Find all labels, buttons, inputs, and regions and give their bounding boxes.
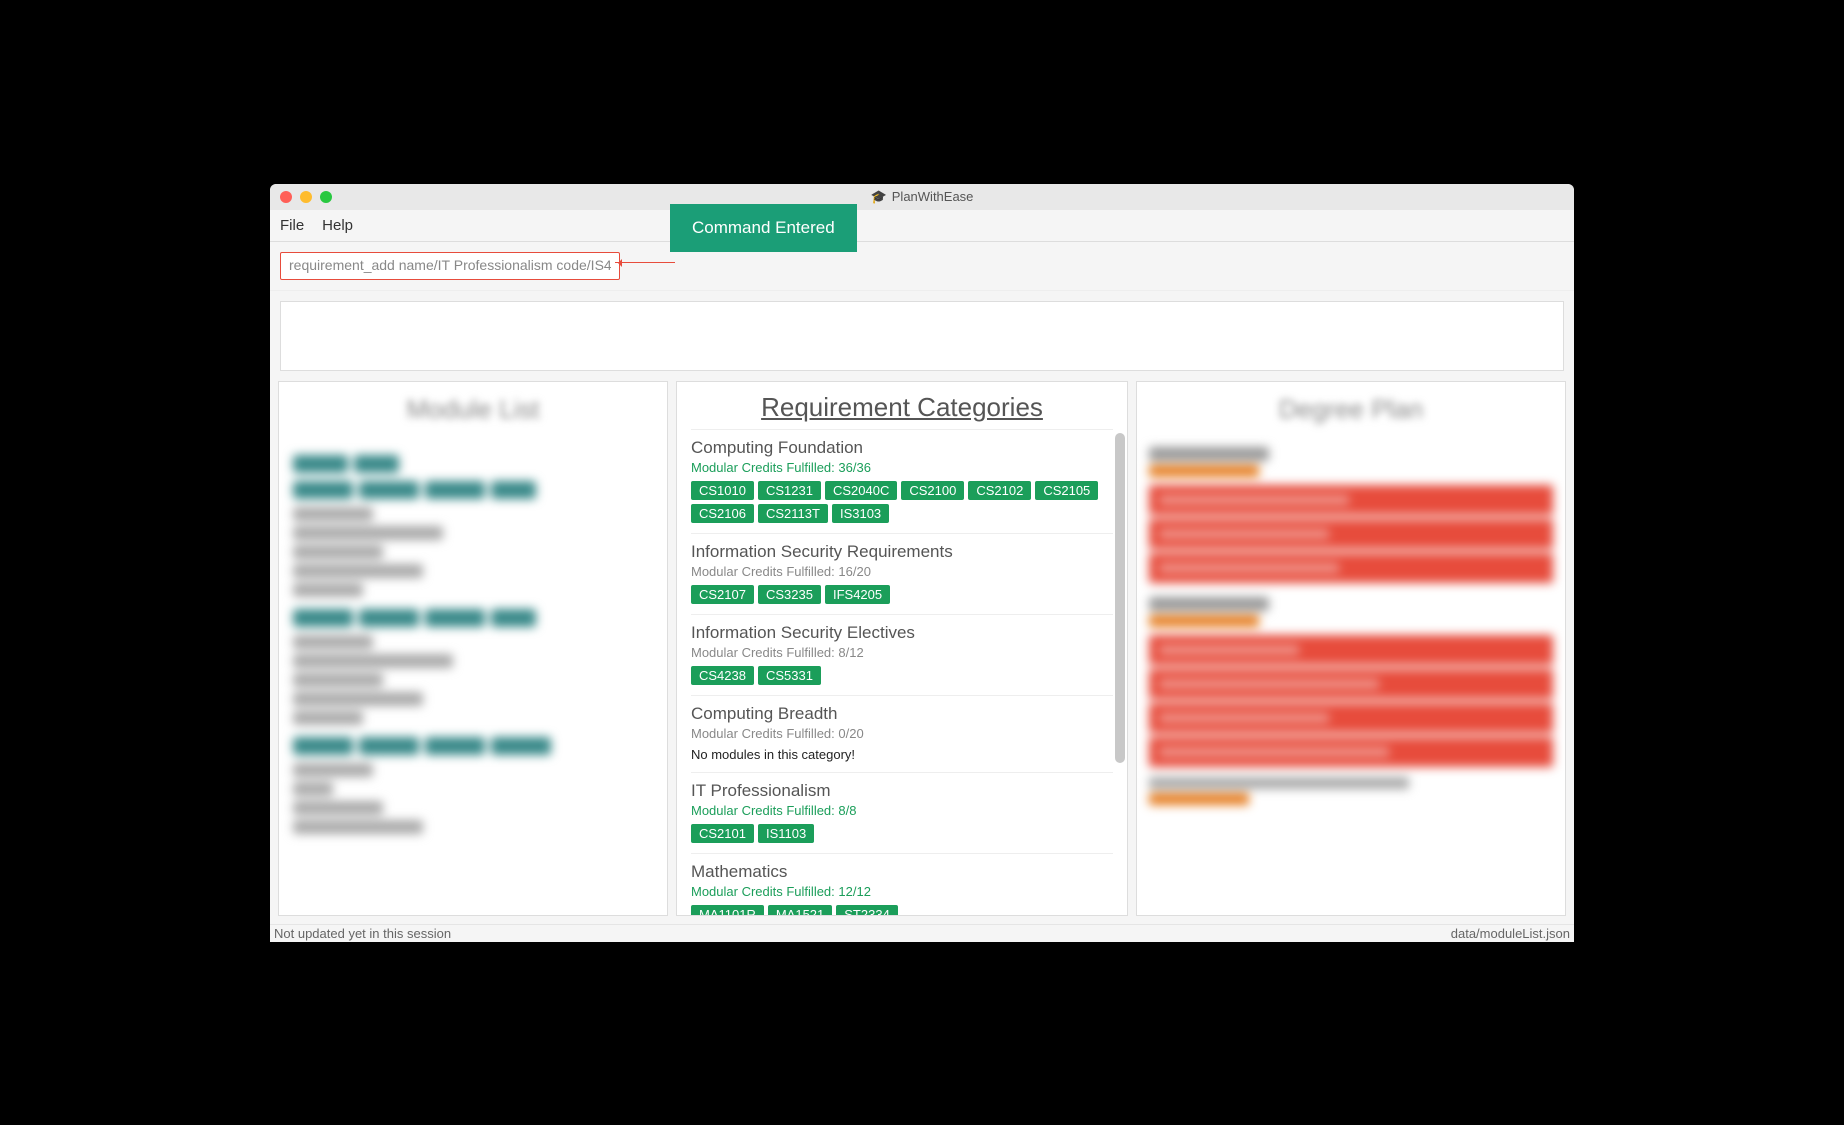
- tooltip-command-entered: Command Entered: [670, 204, 857, 252]
- output-area: [280, 301, 1564, 371]
- arrow-icon: [615, 262, 675, 263]
- module-chip[interactable]: CS2100: [901, 481, 964, 500]
- category-name: Information Security Electives: [691, 623, 1113, 643]
- panel-degree-plan: Degree Plan: [1136, 381, 1566, 916]
- module-chip[interactable]: CS2107: [691, 585, 754, 604]
- module-chip[interactable]: CS2113T: [758, 504, 828, 523]
- tooltip-label: Command Entered: [692, 218, 835, 237]
- degree-plan-title: Degree Plan: [1137, 382, 1565, 437]
- category-item: Information Security Electives Modular Cr…: [691, 614, 1113, 695]
- module-chips: CS1010CS1231CS2040CCS2100CS2102CS2105 CS2…: [691, 481, 1113, 523]
- no-modules-text: No modules in this category!: [691, 747, 1113, 762]
- menu-help[interactable]: Help: [322, 217, 353, 234]
- panel-row: Module List: [270, 381, 1574, 924]
- category-credits: Modular Credits Fulfilled: 16/20: [691, 564, 1113, 579]
- command-input-highlight: [280, 252, 620, 280]
- graduation-cap-icon: 🎓: [871, 189, 887, 205]
- category-item: Computing Foundation Modular Credits Fulf…: [691, 429, 1113, 533]
- module-chip[interactable]: CS2102: [968, 481, 1031, 500]
- category-item: IT Professionalism Modular Credits Fulfil…: [691, 772, 1113, 853]
- status-left: Not updated yet in this session: [274, 926, 451, 941]
- module-chips: CS2101IS1103: [691, 824, 1113, 843]
- requirement-categories-scroll[interactable]: Computing Foundation Modular Credits Fulf…: [677, 429, 1127, 915]
- menu-file[interactable]: File: [280, 217, 304, 234]
- module-chips: CS4238CS5331: [691, 666, 1113, 685]
- panel-requirement-categories: Requirement Categories Computing Foundat…: [676, 381, 1128, 916]
- requirement-categories-title: Requirement Categories: [677, 382, 1127, 429]
- category-item: Computing Breadth Modular Credits Fulfill…: [691, 695, 1113, 772]
- module-chip[interactable]: MA1101R: [691, 905, 764, 915]
- category-credits: Modular Credits Fulfilled: 0/20: [691, 726, 1113, 741]
- app-window: 🎓 PlanWithEase File Help Command Entered…: [270, 184, 1574, 942]
- category-name: Information Security Requirements: [691, 542, 1113, 562]
- module-list-body: [279, 437, 667, 849]
- module-chips: MA1101R MA1521 ST2334: [691, 905, 1113, 915]
- module-chip[interactable]: CS3235: [758, 585, 821, 604]
- module-chip[interactable]: CS2040C: [825, 481, 897, 500]
- module-chip[interactable]: IS1103: [758, 824, 814, 843]
- category-item: Mathematics Modular Credits Fulfilled: 12…: [691, 853, 1113, 915]
- maximize-icon[interactable]: [320, 191, 332, 203]
- category-credits: Modular Credits Fulfilled: 8/8: [691, 803, 1113, 818]
- degree-plan-body: [1137, 437, 1565, 815]
- minimize-icon[interactable]: [300, 191, 312, 203]
- module-chip[interactable]: CS2101: [691, 824, 754, 843]
- module-chip[interactable]: CS2105: [1035, 481, 1098, 500]
- panel-module-list: Module List: [278, 381, 668, 916]
- traffic-lights: [280, 191, 332, 203]
- category-item: Information Security Requirements Modular…: [691, 533, 1113, 614]
- module-chip[interactable]: CS2106: [691, 504, 754, 523]
- module-chip[interactable]: IFS4205: [825, 585, 890, 604]
- category-credits: Modular Credits Fulfilled: 12/12: [691, 884, 1113, 899]
- module-chip[interactable]: CS4238: [691, 666, 754, 685]
- module-chip[interactable]: CS1231: [758, 481, 821, 500]
- status-right: data/moduleList.json: [1451, 926, 1570, 941]
- category-credits: Modular Credits Fulfilled: 8/12: [691, 645, 1113, 660]
- category-name: Mathematics: [691, 862, 1113, 882]
- window-title-text: PlanWithEase: [892, 189, 974, 204]
- module-chip[interactable]: MA1521: [768, 905, 832, 915]
- close-icon[interactable]: [280, 191, 292, 203]
- category-credits: Modular Credits Fulfilled: 36/36: [691, 460, 1113, 475]
- category-name: Computing Foundation: [691, 438, 1113, 458]
- module-list-title: Module List: [279, 382, 667, 437]
- window-title: 🎓 PlanWithEase: [871, 189, 974, 205]
- menubar: File Help: [270, 210, 1574, 242]
- module-chip[interactable]: ST2334: [836, 905, 898, 915]
- module-chip[interactable]: CS5331: [758, 666, 821, 685]
- category-name: Computing Breadth: [691, 704, 1113, 724]
- module-chip[interactable]: IS3103: [832, 504, 889, 523]
- scrollbar[interactable]: [1115, 433, 1125, 763]
- category-name: IT Professionalism: [691, 781, 1113, 801]
- command-input[interactable]: [289, 257, 611, 273]
- command-row: Command Entered: [270, 242, 1574, 291]
- module-chip[interactable]: CS1010: [691, 481, 754, 500]
- module-chips: CS2107CS3235IFS4205: [691, 585, 1113, 604]
- titlebar: 🎓 PlanWithEase: [270, 184, 1574, 210]
- statusbar: Not updated yet in this session data/mod…: [270, 924, 1574, 942]
